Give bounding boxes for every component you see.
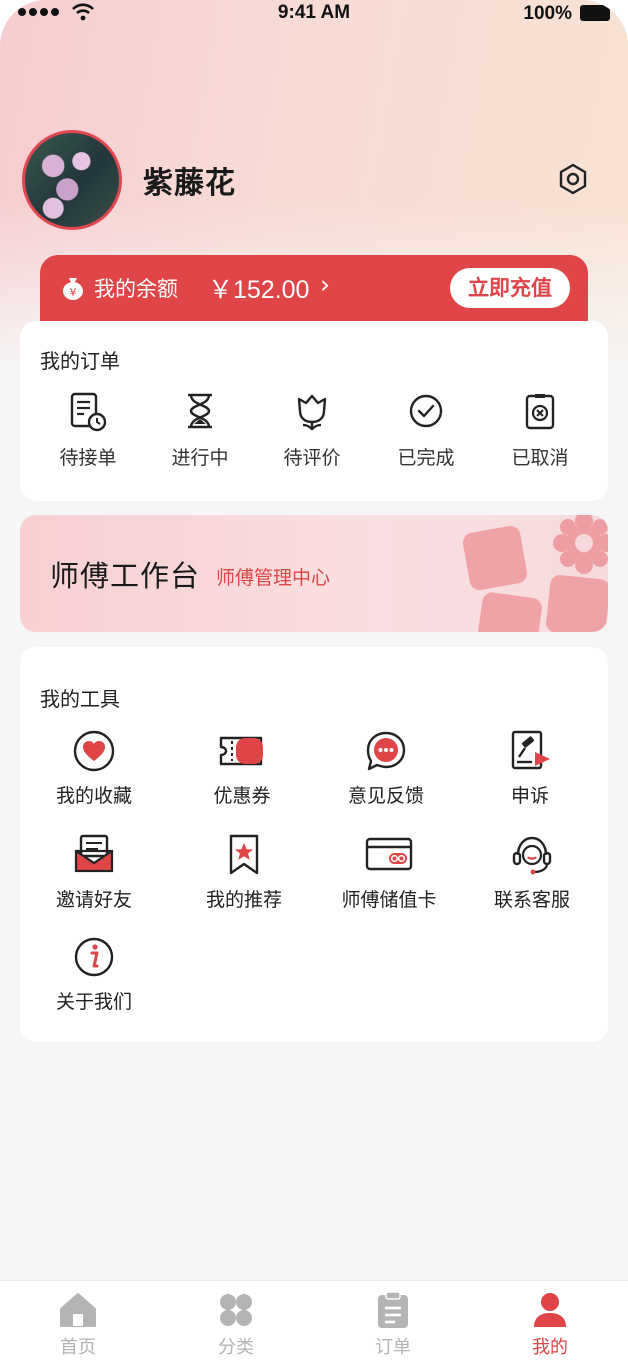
appeal-gavel-icon: [511, 730, 550, 770]
balance-amount: ￥152.00: [208, 276, 310, 304]
tool-coupons-label: 优惠券: [213, 785, 271, 807]
feedback-bubble-icon: [366, 731, 406, 771]
tools-title: 我的工具: [40, 687, 120, 711]
tool-stored-value-card-label: 师傅储值卡: [341, 889, 437, 911]
tool-customer-service[interactable]: 联系客服: [462, 833, 602, 912]
recharge-button[interactable]: 立即充值: [450, 268, 570, 308]
status-bar: 9:41 AM 100%: [0, 0, 628, 28]
username: 紫藤花: [143, 166, 236, 201]
tool-my-referrals[interactable]: 我的推荐: [174, 833, 314, 912]
tools-card: 我的工具 我的收藏 优惠券 意见反馈 申诉 邀请好友 我的推荐 师傅储值卡 联系…: [20, 647, 608, 1042]
bottom-tab-bar: 首页 分类 订单 我的: [0, 1280, 628, 1360]
settings-icon[interactable]: [556, 162, 590, 196]
tab-home[interactable]: 首页: [18, 1291, 138, 1359]
bookmark-star-icon: [229, 834, 259, 875]
svg-text:¥: ¥: [70, 286, 77, 299]
invite-mail-icon: [74, 834, 114, 873]
heart-icon: [73, 730, 115, 772]
home-icon: [60, 1293, 96, 1327]
workbench-decoration-icon: [462, 515, 608, 632]
stored-value-card-icon: [365, 837, 413, 871]
money-bag-icon: ¥: [63, 278, 83, 300]
order-to-review[interactable]: 待评价: [257, 391, 367, 470]
tab-orders-label: 订单: [375, 1337, 411, 1358]
order-cancelled[interactable]: 已取消: [485, 391, 595, 470]
balance-label: 我的余额: [94, 277, 178, 301]
tool-favorites[interactable]: 我的收藏: [24, 729, 164, 808]
orders-title: 我的订单: [40, 349, 120, 373]
tab-home-label: 首页: [60, 1337, 96, 1358]
orders-card: 我的订单 待接单 进行中 待评价 已完成 已取消: [20, 321, 608, 501]
check-circle-icon: [409, 394, 443, 428]
tool-appeal-label: 申诉: [510, 785, 549, 807]
order-pending-label: 待接单: [59, 447, 117, 469]
tool-about-us-label: 关于我们: [55, 991, 132, 1013]
tab-mine-label: 我的: [532, 1337, 568, 1358]
tab-category[interactable]: 分类: [176, 1291, 296, 1359]
hourglass-icon: [188, 393, 212, 429]
tool-invite-friends[interactable]: 邀请好友: [24, 833, 164, 912]
tool-invite-friends-label: 邀请好友: [55, 889, 132, 911]
order-pending[interactable]: 待接单: [33, 391, 143, 470]
cancel-box-icon: [525, 394, 555, 430]
tool-customer-service-label: 联系客服: [493, 889, 570, 911]
tab-orders[interactable]: 订单: [333, 1291, 453, 1359]
tab-mine[interactable]: 我的: [490, 1291, 610, 1359]
flower-icon: [297, 394, 327, 431]
order-completed[interactable]: 已完成: [371, 391, 481, 470]
order-in-progress[interactable]: 进行中: [145, 391, 255, 470]
pending-order-icon: [70, 392, 107, 432]
tool-about-us[interactable]: 关于我们: [24, 935, 164, 1014]
order-completed-label: 已完成: [397, 447, 455, 469]
tool-favorites-label: 我的收藏: [55, 785, 132, 807]
tool-appeal[interactable]: 申诉: [460, 729, 600, 808]
tool-feedback[interactable]: 意见反馈: [316, 729, 456, 808]
tool-stored-value-card[interactable]: 师傅储值卡: [319, 833, 459, 912]
tool-my-referrals-label: 我的推荐: [205, 889, 282, 911]
workbench-subtitle: 师傅管理中心: [216, 567, 331, 589]
category-icon: [220, 1294, 252, 1326]
tool-feedback-label: 意见反馈: [347, 785, 424, 807]
info-icon: [74, 937, 114, 977]
battery-icon: [580, 5, 610, 21]
order-to-review-label: 待评价: [283, 447, 341, 469]
user-icon: [534, 1293, 566, 1327]
clipboard-icon: [378, 1291, 408, 1328]
app-screen: 9:41 AM 100% 紫藤花 ¥ 我的余额 ￥152.00 › 立即充值 我…: [0, 0, 628, 1360]
headset-icon: [512, 836, 552, 875]
order-cancelled-label: 已取消: [511, 447, 569, 469]
master-workbench-banner[interactable]: 师傅工作台 师傅管理中心: [20, 515, 608, 632]
tool-coupons[interactable]: 优惠券: [172, 729, 312, 808]
coupon-icon: [219, 736, 263, 766]
workbench-title: 师傅工作台: [50, 559, 201, 593]
balance-chevron: ›: [320, 270, 330, 299]
battery-percent: 100%: [523, 3, 572, 24]
avatar[interactable]: [22, 130, 122, 230]
tab-category-label: 分类: [218, 1337, 254, 1358]
order-in-progress-label: 进行中: [171, 447, 229, 469]
